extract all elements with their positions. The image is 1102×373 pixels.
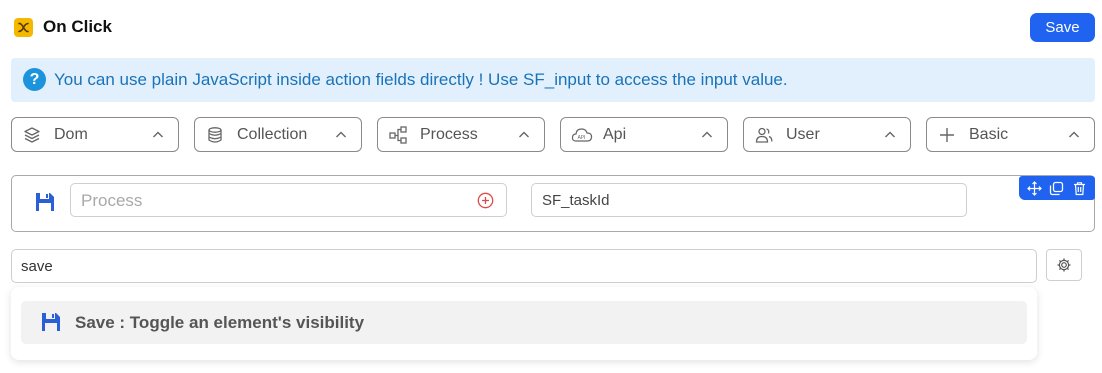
plus-icon [940,128,954,142]
users-icon [755,127,773,143]
add-circle-icon[interactable] [477,192,494,209]
info-banner: ? You can use plain JavaScript inside ac… [11,58,1095,102]
tab-label: Collection [237,126,308,143]
svg-text:API: API [578,135,586,141]
page-title: On Click [43,17,112,36]
layers-icon [24,127,40,143]
process-input[interactable] [81,191,461,211]
chevron-up-icon [153,131,163,138]
chevron-up-icon [1069,131,1079,138]
option-label: Save : Toggle an element's visibility [75,313,365,332]
save-button[interactable]: Save [1030,13,1095,42]
trash-icon[interactable] [1072,181,1087,196]
api-cloud-icon: API [571,128,593,142]
floppy-disk-icon [36,193,54,211]
action-toolbar [1019,176,1095,200]
question-circle-icon: ? [23,68,46,91]
tab-label: Basic [969,126,1009,143]
tab-process[interactable]: Process [377,117,545,152]
move-icon[interactable] [1026,180,1042,196]
chevron-up-icon [336,131,346,138]
tab-basic[interactable]: Basic [926,117,1095,152]
action-search-field [11,249,1037,283]
action-search-input[interactable] [21,258,1021,275]
flow-icon [389,126,407,144]
tab-api[interactable]: API Api [560,117,728,152]
tab-dom[interactable]: Dom [11,117,179,152]
chevron-up-icon [885,131,895,138]
tab-label: Process [420,126,478,143]
tab-user[interactable]: User [743,117,911,152]
tab-label: Api [603,126,627,143]
x-variable-icon [14,18,33,37]
settings-button[interactable] [1046,249,1082,281]
task-id-field [531,183,967,217]
task-id-input[interactable] [542,192,942,209]
info-text: You can use plain JavaScript inside acti… [54,70,788,89]
category-tabs: Dom Collection Process API Api User Basi… [11,117,1095,152]
chevron-up-icon [702,131,712,138]
search-results-dropdown: Save : Toggle an element's visibility [11,287,1037,360]
tab-collection[interactable]: Collection [194,117,362,152]
header: On Click Save [0,0,1102,56]
list-item[interactable]: Save : Toggle an element's visibility [21,301,1027,344]
floppy-disk-icon [42,313,60,331]
tab-label: Dom [54,126,88,143]
chevron-up-icon [519,131,529,138]
action-row [11,175,1095,232]
copy-icon[interactable] [1049,181,1064,196]
tab-label: User [786,126,820,143]
gear-icon [1057,258,1071,272]
database-icon [208,127,222,143]
process-field [70,183,507,217]
